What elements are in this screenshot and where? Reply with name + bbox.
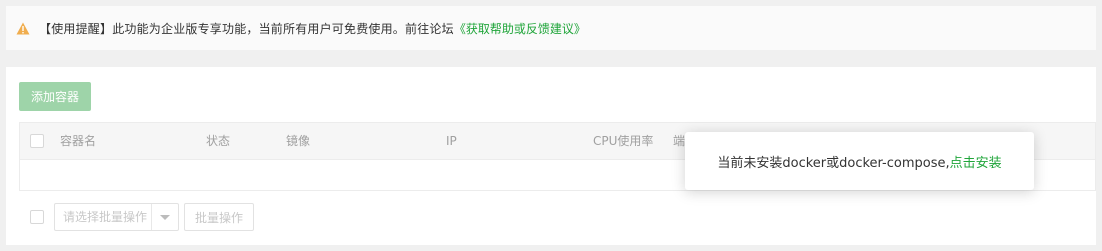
- warning-triangle-icon: [16, 22, 30, 34]
- forum-help-link[interactable]: 《获取帮助或反馈建议》: [454, 20, 586, 37]
- select-all-checkbox[interactable]: [30, 134, 44, 148]
- batch-operation-select[interactable]: 请选择批量操作: [54, 203, 179, 231]
- column-header-name: 容器名: [60, 134, 97, 148]
- enterprise-notice-bar: 【使用提醒】此功能为企业版专享功能，当前所有用户可免费使用。前往论坛 《获取帮助…: [6, 6, 1096, 50]
- column-header-status: 状态: [206, 134, 231, 148]
- column-header-cpu-usage: CPU使用率: [593, 134, 654, 148]
- docker-not-installed-popup: 当前未安装docker或docker-compose, 点击安装: [685, 132, 1034, 190]
- install-docker-link[interactable]: 点击安装: [950, 152, 1002, 171]
- select-divider: [151, 204, 152, 230]
- column-header-ip: IP: [446, 134, 457, 148]
- notice-text: 【使用提醒】此功能为企业版专享功能，当前所有用户可免费使用。前往论坛: [39, 21, 454, 36]
- column-header-port: 端: [673, 134, 686, 148]
- popup-message: 当前未安装docker或docker-compose,: [717, 155, 950, 171]
- add-container-button[interactable]: 添加容器: [19, 82, 91, 111]
- column-header-image: 镜像: [286, 134, 311, 148]
- batch-operation-placeholder: 请选择批量操作: [63, 210, 148, 224]
- batch-operation-button[interactable]: 批量操作: [184, 203, 254, 231]
- chevron-down-icon: [160, 215, 170, 220]
- footer-select-all-checkbox[interactable]: [30, 210, 44, 224]
